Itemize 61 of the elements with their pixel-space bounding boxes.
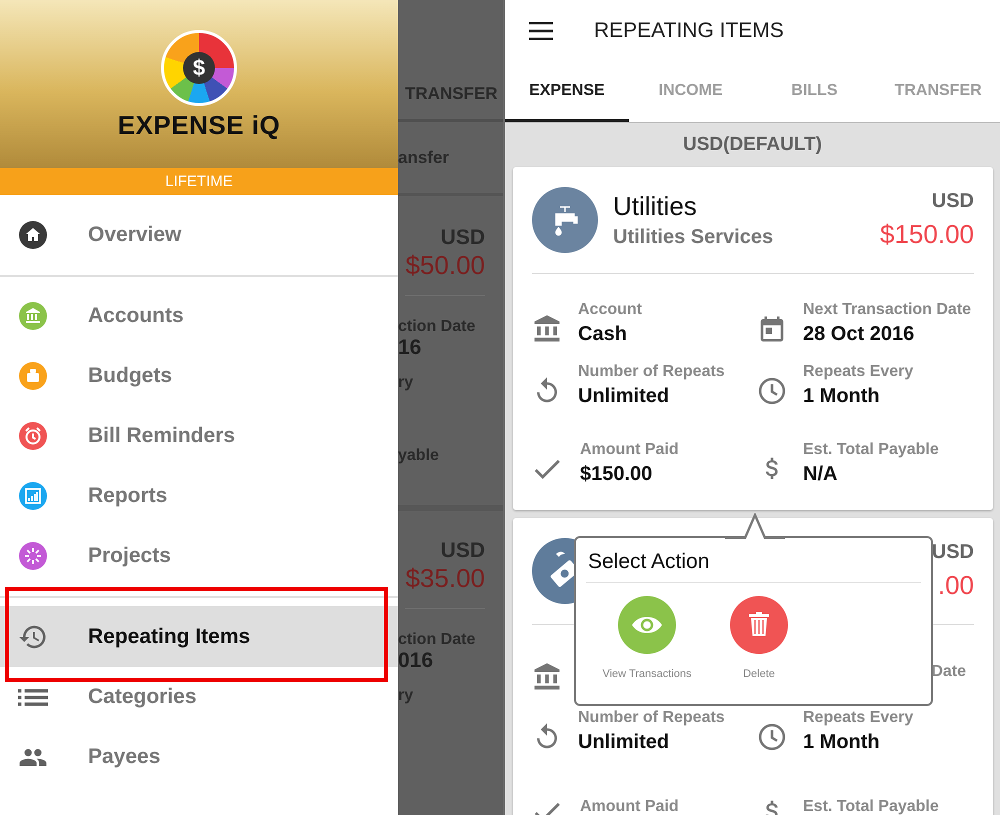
amount-label: $150.00 bbox=[880, 219, 974, 250]
menu-item[interactable]: Accounts bbox=[0, 286, 398, 346]
action-button[interactable]: Delete bbox=[710, 596, 808, 680]
action-button[interactable]: View Transactions bbox=[598, 596, 696, 680]
tab[interactable]: EXPENSE bbox=[505, 62, 629, 122]
field-label: Account bbox=[578, 301, 643, 319]
tab[interactable]: INCOME bbox=[628, 62, 752, 122]
field-label: Amount Paid bbox=[580, 441, 680, 459]
field-value: $150.00 bbox=[580, 463, 654, 486]
menu-item[interactable]: Repeating Items bbox=[0, 606, 398, 667]
tab[interactable]: TRANSFER bbox=[876, 62, 1000, 122]
amount-label: $35.00 bbox=[405, 563, 485, 610]
currency-label: USD bbox=[932, 190, 974, 213]
field-value: 1 Month bbox=[803, 385, 881, 408]
field-label: Number of Repeats bbox=[578, 709, 726, 727]
menu-item[interactable]: Payees bbox=[0, 727, 398, 787]
field-label: Est. Total Payable bbox=[803, 798, 940, 815]
item-title: Utilities bbox=[613, 191, 698, 222]
field-label: Date bbox=[931, 663, 966, 681]
field-value: Cash bbox=[578, 323, 628, 346]
trash-icon bbox=[730, 596, 788, 654]
repeating-item-card[interactable]: Utilities Utilities Services USD $150.00 Account Cash Next Transaction Date 28 Oct 2016 Number of Repeats Unlimited Repeats Every 1 Month Amount Paid $150.00 Est. Total Payable N/A bbox=[513, 167, 993, 510]
menu-item[interactable]: Bill Reminders bbox=[0, 406, 398, 466]
field-label: Next Transaction Date bbox=[803, 301, 972, 319]
field-value: 28 Oct 2016 bbox=[803, 323, 916, 346]
field-value: Unlimited bbox=[578, 731, 670, 754]
amount-label: $50.00 bbox=[405, 250, 485, 296]
brand-name: EXPENSE iQ bbox=[118, 110, 280, 141]
list-icon bbox=[18, 688, 48, 706]
eye-icon bbox=[618, 596, 676, 654]
tab[interactable]: BILLS bbox=[752, 62, 876, 122]
bank-icon bbox=[532, 662, 562, 692]
faucet-icon bbox=[532, 187, 598, 253]
people-icon bbox=[18, 748, 48, 766]
clock-icon bbox=[757, 722, 787, 752]
section-header: USD(DEFAULT) bbox=[682, 133, 823, 157]
logo-symbol: $ bbox=[183, 52, 215, 84]
field-label: Repeats Every bbox=[803, 363, 914, 381]
currency-label: USD bbox=[932, 541, 974, 564]
popup-title: Select Action bbox=[586, 550, 921, 583]
field-label: Repeats Every bbox=[803, 709, 914, 727]
field-value: Unlimited bbox=[578, 385, 670, 408]
bank-icon bbox=[532, 314, 562, 344]
clock-icon bbox=[757, 376, 787, 406]
plan-banner: LIFETIME bbox=[0, 168, 398, 195]
amount-label: .00 bbox=[938, 570, 974, 601]
field-label: Amount Paid bbox=[580, 798, 680, 815]
field-text: 016 bbox=[398, 649, 434, 674]
menu-icon[interactable] bbox=[529, 22, 553, 40]
menu-item[interactable]: Reports bbox=[0, 466, 398, 526]
field-value: 1 Month bbox=[803, 731, 881, 754]
item-category: Utilities Services bbox=[613, 226, 774, 249]
menu-item[interactable]: Budgets bbox=[0, 346, 398, 406]
field-label: Est. Total Payable bbox=[803, 441, 940, 459]
menu-item[interactable]: Projects bbox=[0, 526, 398, 586]
field-text: 16 bbox=[398, 336, 422, 360]
field-label: Number of Repeats bbox=[578, 363, 726, 381]
menu-item[interactable]: Categories bbox=[0, 667, 398, 727]
check-icon bbox=[534, 458, 560, 478]
field-value: N/A bbox=[803, 463, 838, 486]
screen-title: REPEATING ITEMS bbox=[594, 19, 784, 43]
